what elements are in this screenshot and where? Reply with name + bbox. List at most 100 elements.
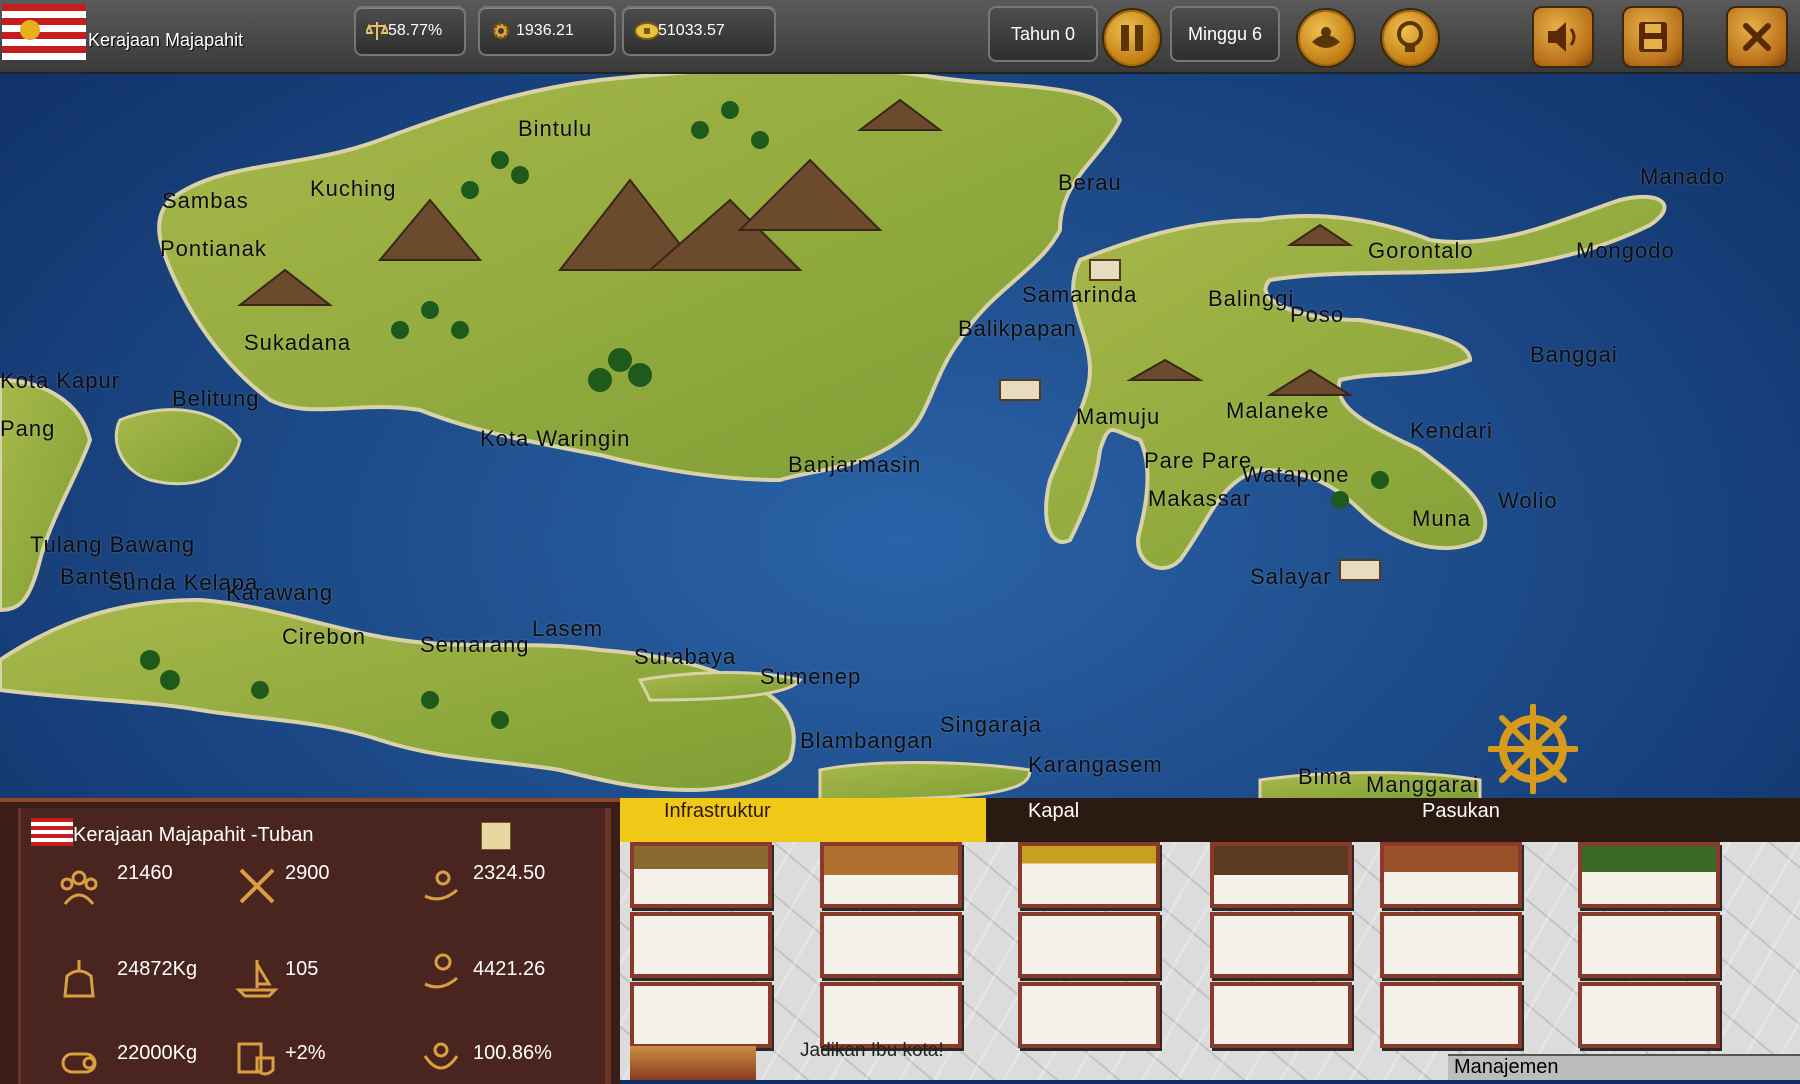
city-label-wolio[interactable]: Wolio — [1498, 488, 1558, 514]
management-panel: Infrastruktur Kapal Pasukan — [620, 798, 1800, 1080]
trade-value: 4421.26 — [473, 958, 546, 980]
city-label-watapone[interactable]: Watapone — [1242, 462, 1349, 488]
defense-value: +2% — [285, 1042, 326, 1064]
building-slot[interactable] — [630, 982, 772, 1048]
city-label-malaneke[interactable]: Malaneke — [1226, 398, 1329, 424]
capital-scroll-icon[interactable] — [630, 1046, 756, 1080]
majapahit-flag-icon — [2, 4, 86, 60]
city-label-berau[interactable]: Berau — [1058, 170, 1122, 196]
city-label-sambas[interactable]: Sambas — [162, 188, 249, 214]
building-slot[interactable] — [1210, 912, 1352, 978]
city-label-singaraja[interactable]: Singaraja — [940, 712, 1042, 738]
city-label-pontianak[interactable]: Pontianak — [160, 236, 267, 262]
province-title: Kerajaan Majapahit -Tuban — [73, 824, 314, 846]
city-label-sumenep[interactable]: Sumenep — [760, 664, 861, 690]
food-sack-icon — [63, 960, 95, 998]
city-label-tulang-bawang[interactable]: Tulang Bawang — [30, 532, 195, 558]
city-label-manado[interactable]: Manado — [1640, 164, 1726, 190]
tab-pasukan[interactable]: Pasukan — [1422, 798, 1562, 842]
top-bar: Kerajaan Majapahit 58.77% 1936.21 51033.… — [0, 0, 1800, 74]
building-slot[interactable] — [1578, 842, 1720, 908]
city-label-manggarai[interactable]: Manggarai — [1366, 772, 1479, 798]
city-label-poso[interactable]: Poso — [1290, 302, 1344, 328]
swords-icon — [239, 868, 275, 904]
pause-icon — [1121, 25, 1143, 51]
building-slot[interactable] — [1380, 912, 1522, 978]
gold-stat[interactable]: 51033.57 — [622, 6, 776, 56]
city-label-pang[interactable]: Pang — [0, 416, 55, 442]
building-slot[interactable] — [1018, 982, 1160, 1048]
tab-infrastruktur[interactable]: Infrastruktur — [620, 798, 986, 842]
week-display: Minggu 6 — [1170, 6, 1280, 62]
city-label-balinggi[interactable]: Balinggi — [1208, 286, 1294, 312]
income-value: 2324.50 — [473, 862, 546, 884]
city-label-pare-pare[interactable]: Pare Pare — [1144, 448, 1252, 474]
stability-value: 58.77% — [388, 22, 443, 39]
city-label-mongodo[interactable]: Mongodo — [1576, 238, 1675, 264]
soldiers-value: 2900 — [285, 862, 330, 884]
building-slot[interactable] — [820, 982, 962, 1048]
sound-button[interactable] — [1532, 6, 1594, 68]
city-label-karawang[interactable]: Karawang — [226, 580, 333, 606]
management-label[interactable]: Manajemen — [1448, 1054, 1800, 1080]
crown-icon[interactable] — [481, 822, 511, 850]
building-slot[interactable] — [1018, 842, 1160, 908]
city-label-cirebon[interactable]: Cirebon — [282, 624, 366, 650]
province-info-inner: Kerajaan Majapahit -Tuban 21460 2900 232… — [18, 808, 611, 1084]
production-stat[interactable]: 1936.21 — [478, 6, 616, 56]
save-button[interactable] — [1622, 6, 1684, 68]
city-label-gorontalo[interactable]: Gorontalo — [1368, 238, 1474, 264]
city-label-makassar[interactable]: Makassar — [1148, 486, 1251, 512]
building-slot[interactable] — [1210, 842, 1352, 908]
city-label-salayar[interactable]: Salayar — [1250, 564, 1332, 590]
building-slot[interactable] — [1380, 982, 1522, 1048]
city-label-sukadana[interactable]: Sukadana — [244, 330, 351, 356]
city-label-bintulu[interactable]: Bintulu — [518, 116, 592, 142]
helm-wheel-icon[interactable] — [1488, 704, 1578, 794]
city-label-banjarmasin[interactable]: Banjarmasin — [788, 452, 921, 478]
stability-stat[interactable]: 58.77% — [354, 6, 466, 56]
gear-icon — [490, 20, 512, 47]
province-flag-icon — [31, 818, 73, 846]
wood-log-icon — [61, 1052, 97, 1074]
building-slot[interactable] — [1380, 842, 1522, 908]
city-label-lasem[interactable]: Lasem — [532, 616, 603, 642]
management-tabs: Infrastruktur Kapal Pasukan — [620, 798, 1800, 842]
tab-kapal[interactable]: Kapal — [1028, 798, 1148, 842]
building-grid — [620, 842, 1800, 1080]
make-capital-button[interactable]: Jadikan Ibu kota! — [800, 1040, 944, 1062]
city-label-kendari[interactable]: Kendari — [1410, 418, 1493, 444]
building-slot[interactable] — [820, 912, 962, 978]
building-slot[interactable] — [820, 842, 962, 908]
city-label-surabaya[interactable]: Surabaya — [634, 644, 736, 670]
research-button[interactable] — [1380, 8, 1440, 68]
building-slot[interactable] — [1210, 982, 1352, 1048]
city-label-bima[interactable]: Bima — [1298, 764, 1352, 790]
city-label-muna[interactable]: Muna — [1412, 506, 1471, 532]
city-label-banggai[interactable]: Banggai — [1530, 342, 1618, 368]
pause-button[interactable] — [1102, 8, 1162, 68]
ship-icon — [235, 960, 279, 998]
tab-label: Pasukan — [1422, 800, 1500, 822]
building-slot[interactable] — [1578, 912, 1720, 978]
city-label-kota-waringin[interactable]: Kota Waringin — [480, 426, 630, 452]
city-label-karangasem[interactable]: Karangasem — [1028, 752, 1163, 778]
idea-icon — [1397, 21, 1423, 52]
city-label-samarinda[interactable]: Samarinda — [1022, 282, 1137, 308]
city-label-balikpapan[interactable]: Balikpapan — [958, 316, 1077, 342]
building-slot[interactable] — [630, 842, 772, 908]
population-value: 21460 — [117, 862, 173, 884]
city-label-blambangan[interactable]: Blambangan — [800, 728, 934, 754]
coin-icon — [634, 20, 660, 47]
diplomacy-button[interactable] — [1296, 8, 1356, 68]
city-label-semarang[interactable]: Semarang — [420, 632, 530, 658]
city-label-kota-kapur[interactable]: Kota Kapur — [0, 368, 120, 394]
building-slot[interactable] — [1018, 912, 1160, 978]
city-label-belitung[interactable]: Belitung — [172, 386, 260, 412]
tab-label: Kapal — [1028, 800, 1080, 822]
close-button[interactable] — [1726, 6, 1788, 68]
building-slot[interactable] — [1578, 982, 1720, 1048]
city-label-kuching[interactable]: Kuching — [310, 176, 397, 202]
city-label-mamuju[interactable]: Mamuju — [1076, 404, 1160, 430]
building-slot[interactable] — [630, 912, 772, 978]
